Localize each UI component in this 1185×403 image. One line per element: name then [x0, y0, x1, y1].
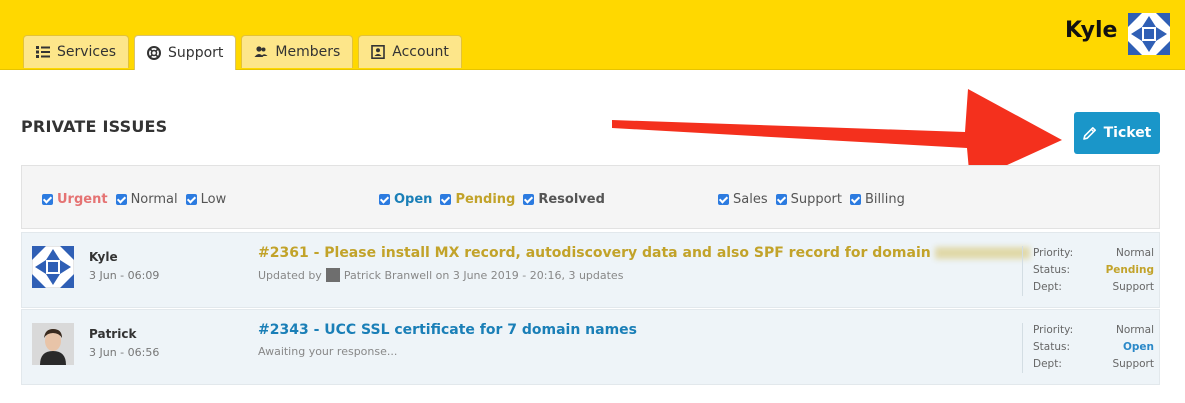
- filter-label: Urgent: [57, 192, 108, 207]
- pencil-icon: [1082, 127, 1096, 140]
- update-info: Patrick Branwell on 3 June 2019 - 20:16,…: [343, 268, 624, 282]
- ticket-button-label: Ticket: [1103, 125, 1152, 141]
- filter-label: Support: [790, 192, 842, 207]
- priority-label: Priority:: [1033, 324, 1074, 336]
- issue-title: #2361 - Please install MX record, autodi…: [258, 245, 931, 261]
- issue-author: Kyle: [89, 250, 118, 264]
- status-label: Status:: [1033, 264, 1070, 276]
- tab-label: Services: [57, 44, 117, 60]
- tab-support[interactable]: Support: [134, 35, 237, 70]
- tab-label: Account: [392, 44, 449, 60]
- filter-bar: Urgent Normal Low Open Pending Resolved …: [21, 165, 1160, 229]
- dept-value: Support: [1112, 358, 1154, 370]
- filter-low[interactable]: Low: [185, 192, 227, 207]
- status-badge: Open: [1122, 341, 1154, 353]
- status-badge: Pending: [1105, 264, 1154, 276]
- avatar: [32, 323, 74, 365]
- filter-support[interactable]: Support: [775, 192, 842, 207]
- lifebuoy-icon: [147, 46, 162, 60]
- main-tabs: Services Support Members Account: [23, 35, 462, 70]
- status-filters: Open Pending Resolved: [379, 192, 605, 207]
- dept-label: Dept:: [1033, 281, 1062, 293]
- dept-label: Dept:: [1033, 358, 1062, 370]
- list-icon: [36, 46, 50, 58]
- priority-value: Normal: [1116, 247, 1154, 259]
- page-title: PRIVATE ISSUES: [21, 117, 168, 136]
- issue-date: 3 Jun - 06:56: [89, 346, 160, 359]
- issue-subtitle: Updated by Patrick Branwell on 3 June 20…: [258, 268, 623, 282]
- filter-label: Low: [200, 192, 227, 207]
- checkbox[interactable]: [718, 194, 729, 205]
- checkbox[interactable]: [850, 194, 861, 205]
- filter-sales[interactable]: Sales: [718, 192, 768, 207]
- dept-value: Support: [1112, 281, 1154, 293]
- user-name[interactable]: Kyle: [1065, 18, 1117, 43]
- priority-label: Priority:: [1033, 247, 1074, 259]
- filter-label: Normal: [130, 192, 178, 207]
- awaiting-response: Awaiting your response...: [258, 345, 398, 358]
- filter-label: Billing: [865, 192, 905, 207]
- filter-label: Resolved: [538, 192, 605, 207]
- issue-author: Patrick: [89, 327, 137, 341]
- issue-row[interactable]: Kyle 3 Jun - 06:09 #2361 - Please instal…: [21, 232, 1160, 308]
- users-icon: [254, 46, 268, 57]
- filter-label: Sales: [733, 192, 768, 207]
- issue-title-link[interactable]: #2361 - Please install MX record, autodi…: [258, 245, 1030, 261]
- top-bar: Services Support Members Account Kyle: [0, 0, 1185, 70]
- redacted-domain: [934, 247, 1030, 259]
- filter-pending[interactable]: Pending: [440, 192, 515, 207]
- filter-urgent[interactable]: Urgent: [42, 192, 108, 207]
- filter-label: Open: [394, 192, 433, 207]
- new-ticket-button[interactable]: Ticket: [1074, 112, 1160, 154]
- issue-meta: Priority: Normal Status: Pending Dept: S…: [1022, 246, 1154, 296]
- issue-row[interactable]: Patrick 3 Jun - 06:56 #2343 - UCC SSL ce…: [21, 309, 1160, 385]
- checkbox[interactable]: [42, 194, 53, 205]
- checkbox[interactable]: [775, 194, 787, 205]
- updated-by-label: Updated by: [258, 268, 322, 282]
- id-card-icon: [371, 45, 386, 59]
- priority-value: Normal: [1116, 324, 1154, 336]
- filter-resolved[interactable]: Resolved: [523, 192, 605, 207]
- tab-account[interactable]: Account: [358, 35, 462, 68]
- checkbox[interactable]: [185, 194, 197, 205]
- filter-label: Pending: [455, 192, 516, 207]
- tab-label: Members: [275, 44, 341, 60]
- issue-title-link[interactable]: #2343 - UCC SSL certificate for 7 domain…: [258, 322, 637, 338]
- checkbox[interactable]: [115, 194, 127, 205]
- issue-subtitle: Awaiting your response...: [258, 345, 397, 358]
- avatar: [325, 268, 340, 282]
- priority-filters: Urgent Normal Low: [42, 192, 226, 207]
- checkbox[interactable]: [379, 194, 390, 205]
- issue-title: #2343 - UCC SSL certificate for 7 domain…: [258, 322, 637, 338]
- checkbox[interactable]: [523, 194, 535, 205]
- filter-billing[interactable]: Billing: [850, 192, 905, 207]
- tab-label: Support: [168, 45, 224, 61]
- filter-normal[interactable]: Normal: [115, 192, 178, 207]
- issue-date: 3 Jun - 06:09: [89, 269, 160, 282]
- status-label: Status:: [1033, 341, 1070, 353]
- avatar[interactable]: [1128, 13, 1170, 55]
- avatar: [32, 246, 74, 288]
- dept-filters: Sales Support Billing: [718, 192, 905, 207]
- tab-services[interactable]: Services: [23, 35, 130, 68]
- filter-open[interactable]: Open: [379, 192, 432, 207]
- tab-members[interactable]: Members: [241, 35, 354, 68]
- checkbox[interactable]: [440, 194, 452, 205]
- issue-meta: Priority: Normal Status: Open Dept: Supp…: [1022, 323, 1154, 373]
